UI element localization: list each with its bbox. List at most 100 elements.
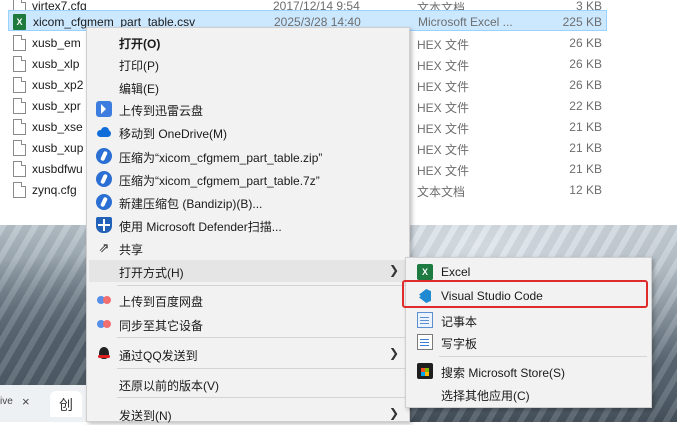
menu-item-label: 打开(O): [119, 37, 161, 51]
file-name: xusb_xup: [32, 141, 84, 155]
menu-item-label: 打开方式(H): [119, 266, 184, 280]
file-size: 225 KB: [562, 15, 602, 29]
taskbar-tab[interactable]: 创: [50, 391, 82, 417]
menu-item-label: 打印(P): [119, 59, 159, 73]
menu-item-upload-thunder[interactable]: 上传到迅雷云盘: [89, 98, 407, 120]
menu-separator: [117, 285, 405, 286]
menu-separator: [117, 337, 405, 338]
menu-item-edit[interactable]: 编辑(E): [89, 76, 407, 98]
menu-item-label: 上传到百度网盘: [119, 295, 204, 309]
close-icon[interactable]: ×: [22, 394, 30, 409]
file-size: 22 KB: [569, 99, 602, 113]
file-name: xusb_xpr: [32, 99, 81, 113]
file-size: 21 KB: [569, 162, 602, 176]
file-size: 26 KB: [569, 36, 602, 50]
text-file-icon: [13, 182, 26, 198]
menu-separator: [117, 397, 405, 398]
menu-item-label: 编辑(E): [119, 82, 159, 96]
file-size: 26 KB: [569, 57, 602, 71]
chevron-right-icon: ❯: [388, 406, 399, 420]
menu-item-sync-devices[interactable]: 同步至其它设备: [89, 313, 407, 335]
taskbar-tab-label: 创: [59, 397, 73, 413]
notepad-icon: [417, 312, 433, 328]
submenu-item-label: 写字板: [441, 337, 478, 351]
file-icon: [13, 35, 26, 51]
red-highlight-annotation: [402, 280, 648, 308]
file-type: HEX 文件: [417, 122, 470, 136]
file-icon: [13, 161, 26, 177]
menu-item-restore-version[interactable]: 还原以前的版本(V): [89, 373, 407, 395]
menu-item-label: 上传到迅雷云盘: [119, 104, 204, 118]
chevron-right-icon: ❯: [388, 263, 399, 277]
context-menu: 打开(O) 打印(P) 编辑(E) 上传到迅雷云盘 移动到 OneDrive(M…: [86, 27, 410, 423]
menu-separator: [439, 356, 647, 357]
menu-separator: [117, 368, 405, 369]
wordpad-icon: [417, 334, 433, 350]
file-name: xusb_xlp: [32, 57, 80, 71]
file-type: HEX 文件: [417, 38, 470, 52]
bandizip-icon: [96, 171, 112, 187]
menu-item-label: 压缩为“xicom_cfgmem_part_table.7z”: [119, 174, 320, 188]
file-icon: [13, 140, 26, 156]
menu-item-share[interactable]: ⇗ 共享: [89, 237, 407, 259]
menu-item-defender[interactable]: 使用 Microsoft Defender扫描...: [89, 214, 407, 236]
file-size: 12 KB: [569, 183, 602, 197]
menu-item-label: 压缩为“xicom_cfgmem_part_table.zip”: [119, 151, 323, 165]
menu-item-label: 发送到(N): [119, 409, 172, 423]
file-type: HEX 文件: [417, 59, 470, 73]
file-size: 26 KB: [569, 78, 602, 92]
menu-item-move-onedrive[interactable]: 移动到 OneDrive(M): [89, 121, 407, 143]
menu-item-label: 使用 Microsoft Defender扫描...: [119, 220, 282, 234]
file-type: HEX 文件: [417, 164, 470, 178]
onedrive-icon: [96, 124, 112, 140]
file-name: zynq.cfg: [32, 183, 77, 197]
taskbar-text: ive: [0, 396, 13, 407]
menu-item-label: 还原以前的版本(V): [119, 379, 219, 393]
menu-item-label: 移动到 OneDrive(M): [119, 127, 228, 141]
file-size: 21 KB: [569, 120, 602, 134]
menu-item-print[interactable]: 打印(P): [89, 53, 407, 75]
menu-item-label: 同步至其它设备: [119, 319, 204, 333]
thunder-cloud-icon: [96, 101, 112, 117]
menu-item-label: 共享: [119, 243, 144, 257]
submenu-item-choose-other[interactable]: 选择其他应用(C): [408, 383, 649, 405]
baidu-netdisk-icon: [96, 316, 112, 332]
file-icon: [13, 98, 26, 114]
submenu-item-search-store[interactable]: 搜索 Microsoft Store(S): [408, 360, 649, 382]
file-type: Microsoft Excel ...: [418, 15, 513, 29]
submenu-item-label: 记事本: [441, 315, 478, 329]
excel-icon: X: [417, 264, 433, 280]
menu-item-open[interactable]: 打开(O): [89, 31, 407, 53]
file-type: HEX 文件: [417, 143, 470, 157]
bandizip-icon: [96, 148, 112, 164]
submenu-item-notepad[interactable]: 记事本: [408, 309, 649, 331]
menu-item-label: 通过QQ发送到: [119, 349, 198, 363]
file-icon: [13, 119, 26, 135]
menu-item-label: 新建压缩包 (Bandizip)(B)...: [119, 197, 263, 211]
microsoft-store-icon: [417, 363, 433, 379]
file-icon: [13, 56, 26, 72]
file-size: 21 KB: [569, 141, 602, 155]
share-icon: ⇗: [98, 240, 110, 255]
file-type: HEX 文件: [417, 101, 470, 115]
baidu-netdisk-icon: [96, 292, 112, 308]
file-name: xusb_xse: [32, 120, 83, 134]
menu-item-open-with[interactable]: 打开方式(H) ❯: [89, 260, 407, 282]
file-icon: [13, 77, 26, 93]
submenu-item-label: Excel: [441, 265, 471, 279]
menu-item-new-archive[interactable]: 新建压缩包 (Bandizip)(B)...: [89, 191, 407, 213]
menu-item-send-qq[interactable]: 通过QQ发送到 ❯: [89, 343, 407, 365]
qq-icon: [96, 346, 112, 362]
submenu-item-label: 选择其他应用(C): [441, 389, 530, 403]
submenu-item-wordpad[interactable]: 写字板: [408, 331, 649, 353]
file-type: 文本文档: [417, 185, 466, 199]
submenu-item-label: 搜索 Microsoft Store(S): [441, 366, 566, 380]
file-name: xusb_em: [32, 36, 81, 50]
excel-file-icon: X: [13, 14, 26, 30]
menu-item-compress-zip[interactable]: 压缩为“xicom_cfgmem_part_table.zip”: [89, 145, 407, 167]
file-type: HEX 文件: [417, 80, 470, 94]
menu-item-compress-7z[interactable]: 压缩为“xicom_cfgmem_part_table.7z”: [89, 168, 407, 190]
file-name: xusbdfwu: [32, 162, 83, 176]
menu-item-upload-baidu[interactable]: 上传到百度网盘: [89, 289, 407, 311]
bandizip-icon: [96, 194, 112, 210]
